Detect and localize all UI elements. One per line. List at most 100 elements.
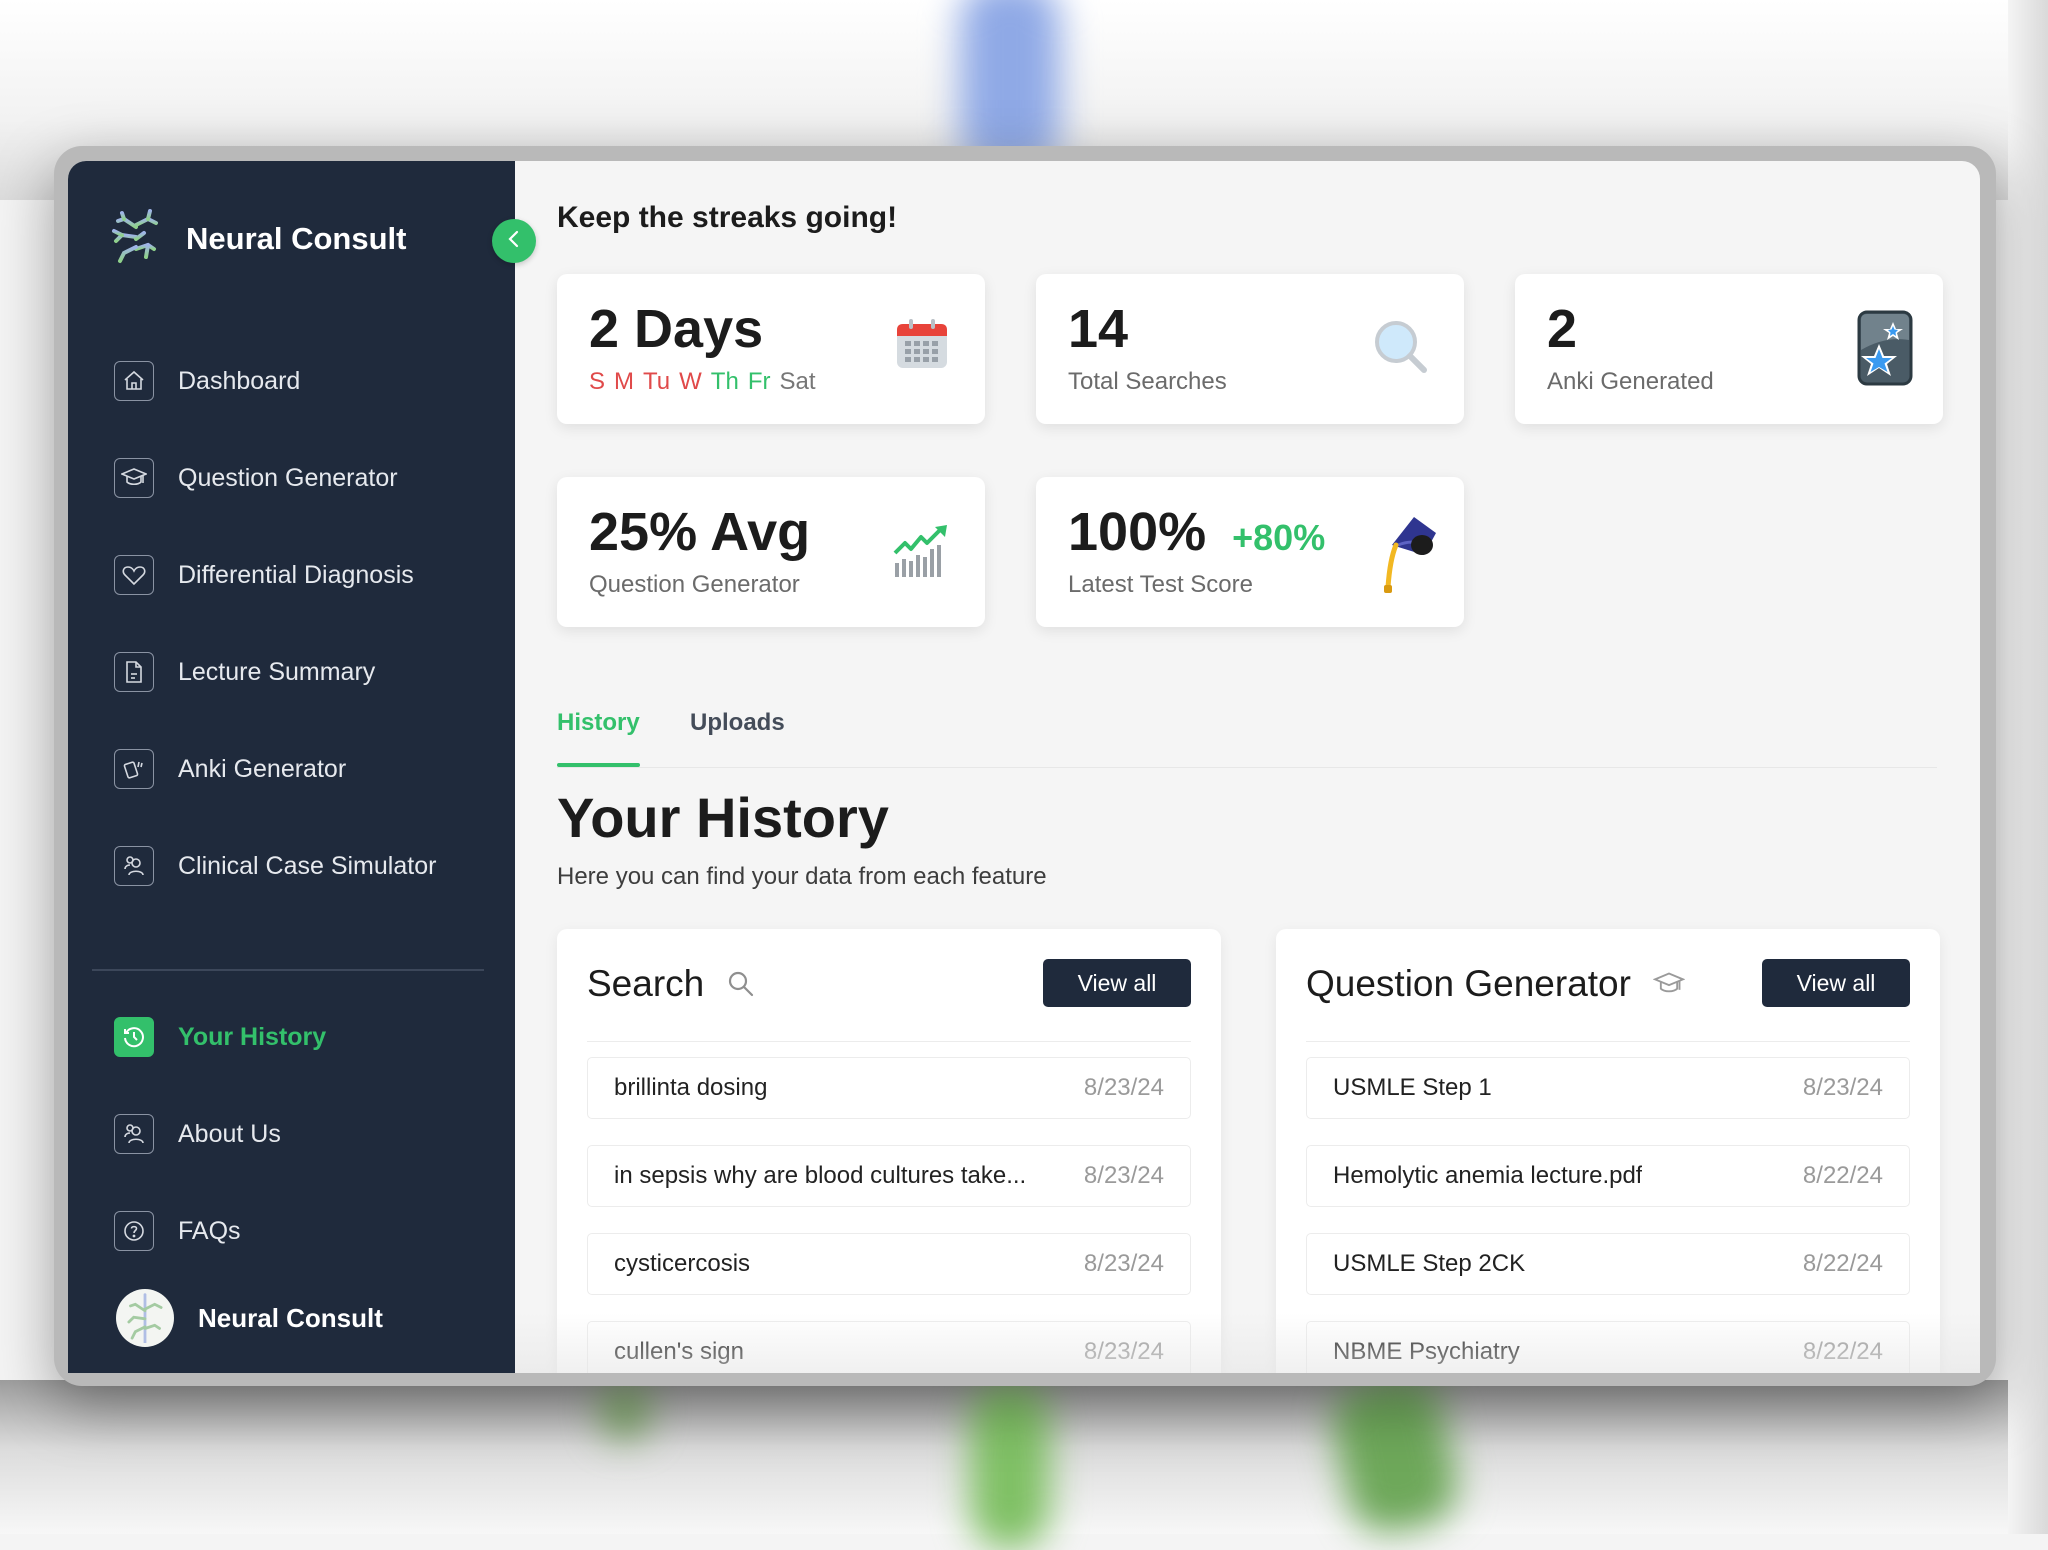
chevron-left-icon bbox=[505, 229, 523, 254]
sidebar-item-label: Lecture Summary bbox=[178, 657, 376, 686]
collapse-sidebar-button[interactable] bbox=[492, 219, 536, 263]
heart-icon bbox=[114, 555, 154, 595]
sidebar-item-label: FAQs bbox=[178, 1216, 241, 1245]
weekday: Tu bbox=[643, 368, 671, 395]
graduation-cap-icon bbox=[1378, 515, 1438, 600]
test-score-value: 100% bbox=[1068, 502, 1207, 562]
magnifier-icon bbox=[1372, 318, 1428, 379]
weekday-streak: S M Tu W Th Fr Sat bbox=[589, 368, 825, 396]
list-item-date: 8/23/24 bbox=[1083, 1250, 1164, 1277]
tab-bar: History Uploads bbox=[557, 709, 1937, 768]
background-blur-green-1 bbox=[970, 1380, 1050, 1550]
stat-label: Anki Generated bbox=[1547, 368, 1714, 395]
list-item-text: cysticercosis bbox=[614, 1250, 751, 1277]
cards-icon bbox=[114, 749, 154, 789]
sidebar-item-anki-generator[interactable]: Anki Generator bbox=[114, 749, 346, 789]
list-item[interactable]: cysticercosis 8/23/24 bbox=[587, 1233, 1191, 1295]
list-item-text: cullen's sign bbox=[614, 1338, 744, 1365]
user-profile[interactable]: Neural Consult bbox=[116, 1289, 383, 1347]
sidebar-item-label: Anki Generator bbox=[178, 754, 347, 783]
stat-value: 100% +80% bbox=[1068, 501, 1325, 563]
brand-name: Neural Consult bbox=[186, 220, 407, 256]
stat-value: 2 Days bbox=[589, 299, 764, 359]
weekday: W bbox=[679, 368, 702, 395]
sidebar-item-question-generator[interactable]: Question Generator bbox=[114, 458, 398, 498]
sidebar-item-label: Dashboard bbox=[178, 366, 301, 395]
stat-value: 25% Avg bbox=[589, 502, 811, 562]
list-item-text: USMLE Step 2CK bbox=[1333, 1250, 1526, 1277]
list-item-date: 8/22/24 bbox=[1802, 1250, 1883, 1277]
weekday: S bbox=[589, 368, 606, 395]
brand[interactable]: Neural Consult bbox=[108, 205, 406, 272]
sidebar-item-label: About Us bbox=[178, 1119, 281, 1148]
stat-card-streak-days: 2 Days S M Tu W Th Fr Sat bbox=[557, 274, 985, 424]
panel-header: Question Generator View all bbox=[1306, 959, 1910, 1009]
weekday: Sat bbox=[779, 368, 816, 395]
graduation-cap-icon bbox=[1652, 970, 1685, 998]
sidebar-item-faqs[interactable]: FAQs bbox=[114, 1211, 241, 1251]
users-icon bbox=[114, 1114, 154, 1154]
history-icon bbox=[114, 1017, 154, 1057]
users-icon bbox=[114, 846, 154, 886]
sidebar-item-about-us[interactable]: About Us bbox=[114, 1114, 281, 1154]
question-generator-history-panel: Question Generator View all USMLE Step 1… bbox=[1276, 929, 1940, 1373]
list-item[interactable]: NBME Psychiatry 8/22/24 bbox=[1306, 1321, 1910, 1373]
list-item-date: 8/22/24 bbox=[1802, 1338, 1883, 1365]
list-item[interactable]: USMLE Step 2CK 8/22/24 bbox=[1306, 1233, 1910, 1295]
main-content: Keep the streaks going! 2 Days S M Tu W Th Fr… bbox=[515, 161, 1980, 1373]
background-right-edge bbox=[2008, 0, 2048, 1534]
page-subtitle: Here you can find your data from each fe… bbox=[557, 863, 1047, 890]
weekday: Th bbox=[710, 368, 739, 395]
background-blur-blue bbox=[960, 0, 1060, 170]
document-icon bbox=[114, 652, 154, 692]
growth-chart-icon bbox=[893, 525, 949, 582]
sidebar-item-clinical-case-simulator[interactable]: Clinical Case Simulator bbox=[114, 846, 436, 886]
avatar bbox=[116, 1289, 174, 1347]
search-icon bbox=[726, 969, 756, 999]
list-item-date: 8/22/24 bbox=[1802, 1162, 1883, 1189]
sidebar-item-dashboard[interactable]: Dashboard bbox=[114, 361, 300, 401]
background-blur-green-3 bbox=[600, 1380, 650, 1440]
view-all-question-generator-button[interactable]: View all bbox=[1762, 959, 1910, 1007]
stat-label: Latest Test Score bbox=[1068, 571, 1253, 598]
list-item[interactable]: Hemolytic anemia lecture.pdf 8/22/24 bbox=[1306, 1145, 1910, 1207]
search-history-panel: Search View all brillinta dosing 8/23/24… bbox=[557, 929, 1221, 1373]
list-item[interactable]: cullen's sign 8/23/24 bbox=[587, 1321, 1191, 1373]
stat-value: 2 bbox=[1547, 299, 1578, 359]
home-icon bbox=[114, 361, 154, 401]
list-item-text: brillinta dosing bbox=[614, 1074, 768, 1101]
sidebar-item-your-history[interactable]: Your History bbox=[114, 1017, 326, 1057]
panel-divider bbox=[587, 1041, 1191, 1042]
panel-divider bbox=[1306, 1041, 1910, 1042]
stat-value: 14 bbox=[1068, 299, 1129, 359]
list-item-text: in sepsis why are blood cultures take... bbox=[614, 1162, 1027, 1189]
sidebar-item-differential-diagnosis[interactable]: Differential Diagnosis bbox=[114, 555, 414, 595]
anki-icon bbox=[1857, 310, 1913, 391]
list-item[interactable]: brillinta dosing 8/23/24 bbox=[587, 1057, 1191, 1119]
sidebar-item-label: Your History bbox=[178, 1022, 327, 1051]
list-item-date: 8/23/24 bbox=[1083, 1338, 1164, 1365]
list-item-text: USMLE Step 1 bbox=[1333, 1074, 1492, 1101]
list-item[interactable]: in sepsis why are blood cultures take...… bbox=[587, 1145, 1191, 1207]
stat-card-total-searches: 14 Total Searches bbox=[1036, 274, 1464, 424]
list-item[interactable]: USMLE Step 1 8/23/24 bbox=[1306, 1057, 1910, 1119]
sidebar-divider bbox=[92, 969, 484, 971]
tab-history[interactable]: History bbox=[557, 709, 640, 767]
view-all-search-button[interactable]: View all bbox=[1043, 959, 1191, 1007]
question-circle-icon bbox=[114, 1211, 154, 1251]
weekday: Fr bbox=[747, 368, 771, 395]
neural-logo-icon bbox=[108, 205, 164, 272]
list-item-text: NBME Psychiatry bbox=[1333, 1338, 1520, 1365]
tab-uploads[interactable]: Uploads bbox=[690, 709, 785, 737]
list-item-text: Hemolytic anemia lecture.pdf bbox=[1333, 1162, 1643, 1189]
panel-title: Question Generator bbox=[1306, 963, 1631, 1004]
sidebar-item-label: Clinical Case Simulator bbox=[178, 851, 437, 880]
panel-title: Search bbox=[587, 963, 705, 1004]
page-title: Your History bbox=[557, 786, 889, 849]
sidebar-item-label: Differential Diagnosis bbox=[178, 560, 414, 589]
sidebar-item-label: Question Generator bbox=[178, 463, 398, 492]
stat-card-latest-test-score: 100% +80% Latest Test Score bbox=[1036, 477, 1464, 627]
sidebar-item-lecture-summary[interactable]: Lecture Summary bbox=[114, 652, 375, 692]
streak-heading: Keep the streaks going! bbox=[557, 201, 898, 234]
weekday: M bbox=[614, 368, 635, 395]
